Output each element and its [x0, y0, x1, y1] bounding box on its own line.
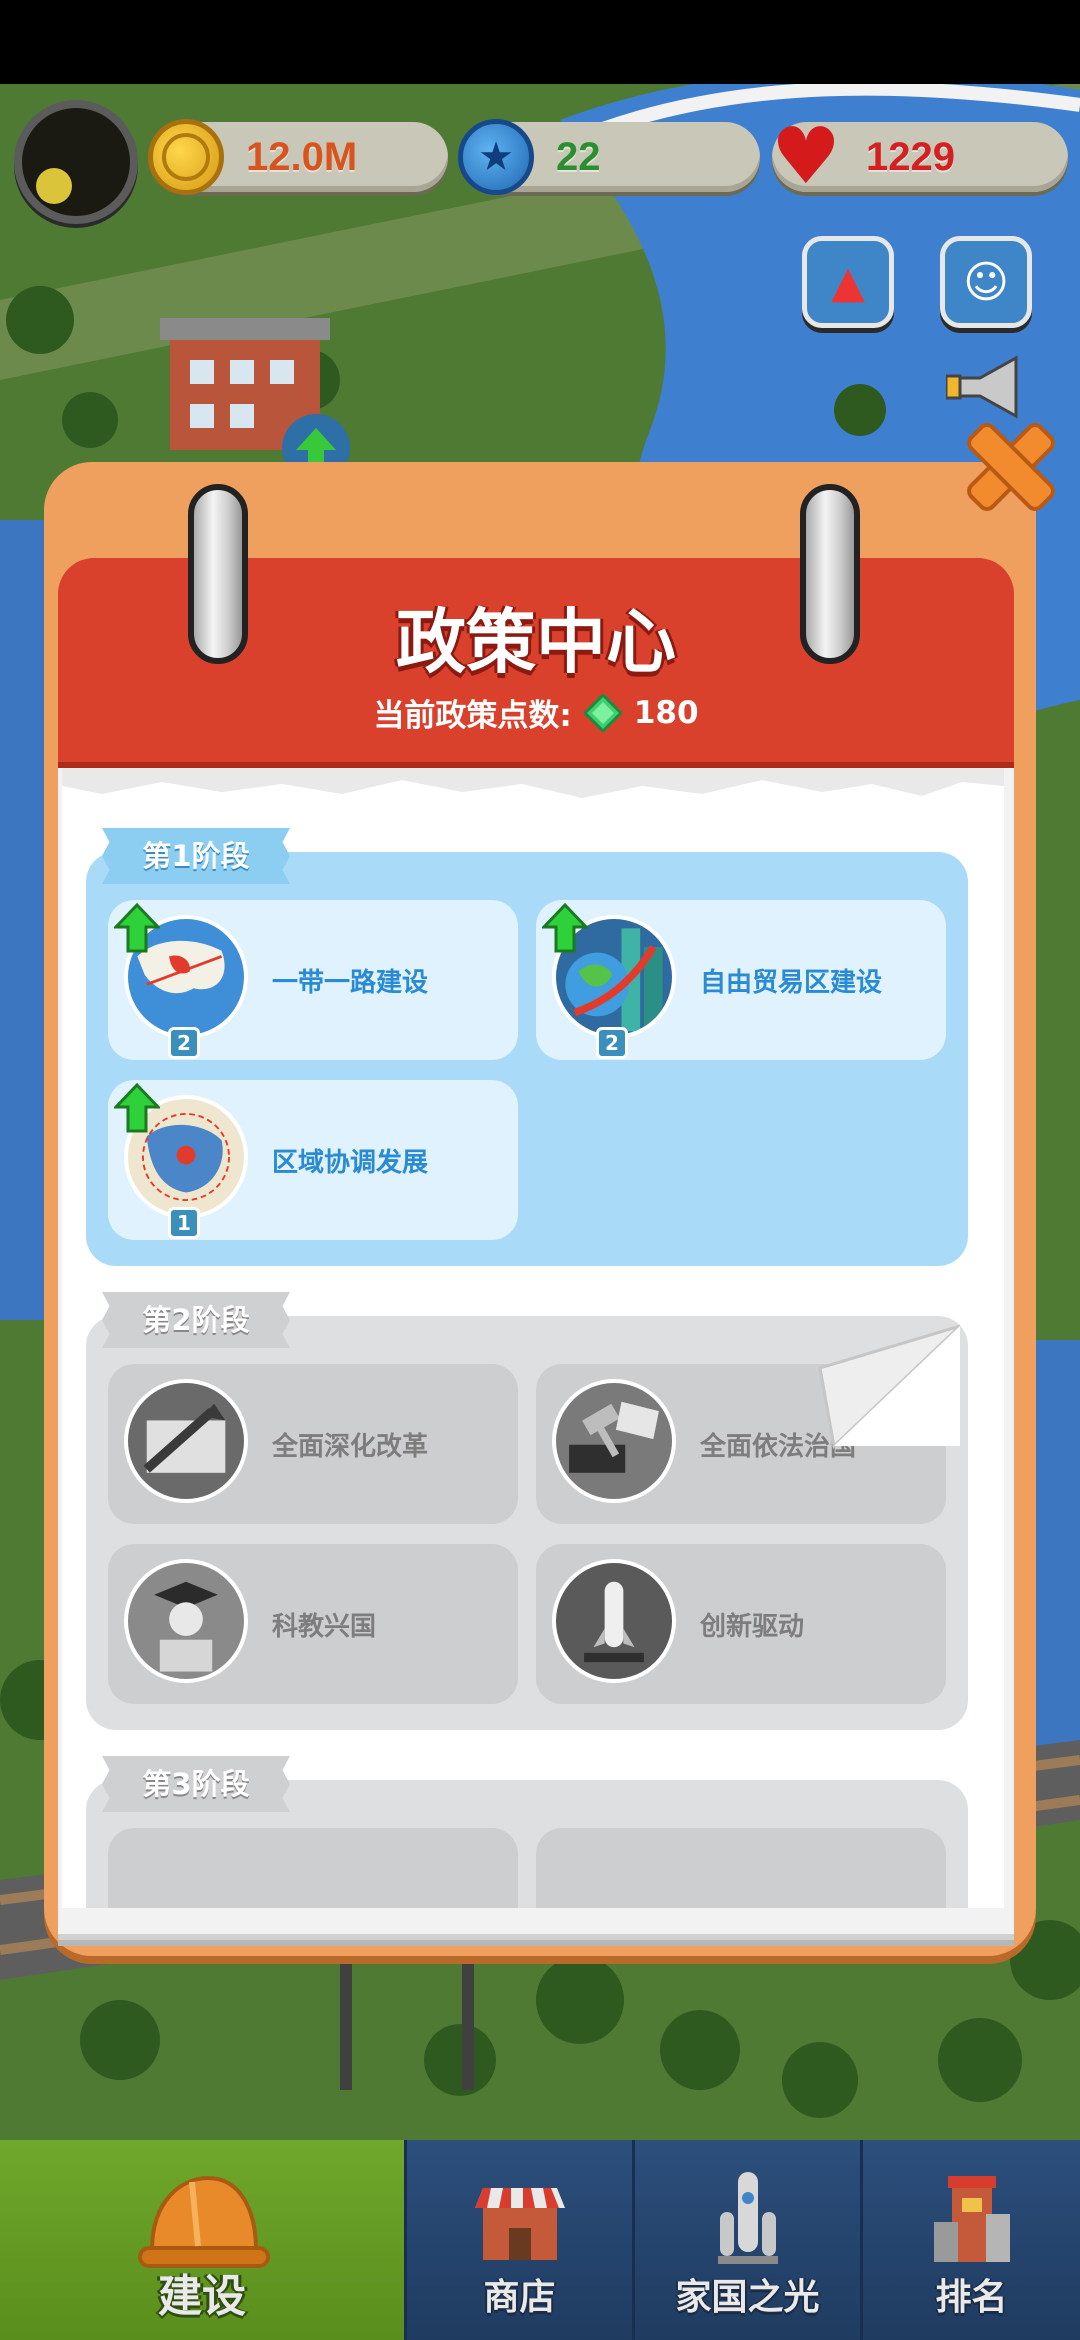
- reform-icon: [124, 1379, 248, 1503]
- player-avatar[interactable]: [14, 100, 138, 224]
- binder-ring-right: [800, 484, 860, 664]
- heart-counter[interactable]: ♥ 1229: [771, 118, 1068, 196]
- stage-1-panel: 第1阶段 2 一带一路建设 2 自由贸易区建设 1 区域协调发展: [86, 828, 968, 1266]
- stage-3-panel: 第3阶段: [86, 1756, 968, 1908]
- policy-card-deepen-reform[interactable]: 全面深化改革: [108, 1364, 518, 1524]
- bottom-navigation: 建设 商店 家国之光 排名: [0, 2140, 1080, 2340]
- star-value: 22: [556, 134, 601, 179]
- policy-card-stage3-a[interactable]: [108, 1828, 518, 1908]
- stage-2-tag: 第2阶段: [102, 1292, 290, 1348]
- stage-3-tag: 第3阶段: [102, 1756, 290, 1812]
- rocket-icon: [717, 2172, 778, 2264]
- ranking-tower-icon: [933, 2176, 1010, 2262]
- nav-build[interactable]: 建设: [0, 2140, 404, 2340]
- person-icon: ☺: [963, 256, 1009, 308]
- nav-home-light-label: 家国之光: [675, 2277, 820, 2318]
- system-status-bar: [0, 0, 1080, 84]
- policy-level-badge: 2: [596, 1027, 628, 1059]
- nav-shop[interactable]: 商店: [404, 2140, 632, 2340]
- nav-rank-label: 排名: [935, 2277, 1008, 2318]
- policy-card-innovation[interactable]: 创新驱动: [536, 1544, 946, 1704]
- shop-building-icon: [474, 2188, 565, 2260]
- policy-card-science-education[interactable]: 科教兴国: [108, 1544, 518, 1704]
- torn-paper-edge: [62, 768, 1004, 798]
- page-curl-decoration: [818, 1324, 960, 1450]
- graduate-icon: [124, 1559, 248, 1683]
- policy-points-row: 当前政策点数: 180: [58, 690, 1014, 735]
- upgrade-arrow-icon: [114, 1083, 160, 1133]
- policy-card-belt-and-road[interactable]: 2 一带一路建设: [108, 900, 518, 1060]
- hard-hat-icon: [138, 2175, 270, 2268]
- character-event-button[interactable]: ☺: [940, 236, 1032, 328]
- policy-level-badge: 2: [168, 1027, 200, 1059]
- policy-label: 全面深化改革: [272, 1431, 429, 1462]
- green-gem-icon: [583, 693, 622, 732]
- star-icon: ★: [458, 119, 534, 195]
- policy-label: 区域协调发展: [272, 1147, 429, 1178]
- policy-label: 科教兴国: [272, 1611, 377, 1642]
- policy-points-label: 当前政策点数:: [373, 698, 572, 734]
- rocket-launch-icon: [552, 1559, 676, 1683]
- heart-icon: ♥: [771, 112, 841, 202]
- upgrade-arrow-icon: [114, 903, 160, 953]
- coin-value: 12.0M: [246, 134, 358, 179]
- gavel-icon: [552, 1379, 676, 1503]
- nav-shop-label: 商店: [483, 2277, 556, 2318]
- policy-label: 自由贸易区建设: [700, 967, 883, 998]
- policy-center-modal: 政策中心 当前政策点数: 180 第1阶段 2 一带一路建设 2 自由贸易区建设…: [44, 462, 1036, 1956]
- policy-label: 一带一路建设: [272, 967, 429, 998]
- nav-home-light[interactable]: 家国之光: [632, 2140, 860, 2340]
- policy-points-value: 180: [633, 694, 699, 731]
- policy-card-stage3-b[interactable]: [536, 1828, 946, 1908]
- policy-card-free-trade-zone[interactable]: 2 自由贸易区建设: [536, 900, 946, 1060]
- event-button[interactable]: ▲: [802, 236, 894, 328]
- close-button[interactable]: [956, 412, 1066, 522]
- policy-card-regional-development[interactable]: 1 区域协调发展: [108, 1080, 518, 1240]
- heart-value: 1229: [866, 134, 955, 179]
- nav-rank[interactable]: 排名: [860, 2140, 1080, 2340]
- policy-label: 创新驱动: [700, 1611, 805, 1642]
- coin-counter[interactable]: 12.0M: [148, 119, 448, 195]
- rocket-icon: ▲: [831, 256, 865, 308]
- binder-ring-left: [188, 484, 248, 664]
- coin-icon: [148, 119, 224, 195]
- policy-level-badge: 1: [168, 1207, 200, 1239]
- stage-1-tag: 第1阶段: [102, 828, 290, 884]
- star-counter[interactable]: ★ 22: [458, 119, 760, 195]
- upgrade-arrow-icon: [542, 903, 588, 953]
